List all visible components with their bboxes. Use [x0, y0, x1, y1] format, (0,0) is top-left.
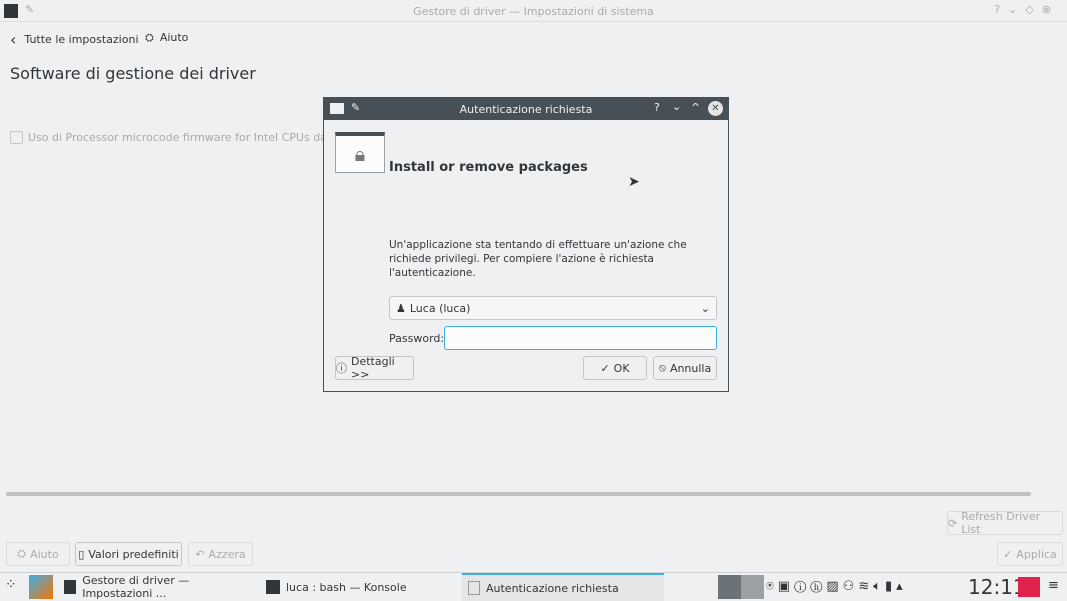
help-icon: ⛭ [17, 547, 27, 560]
defaults-button[interactable]: ▯ Valori predefiniti [75, 542, 182, 566]
undo-icon: ↶ [195, 547, 205, 561]
document-icon: ▯ [78, 547, 85, 561]
mouse-cursor: ➤ [628, 174, 640, 190]
task-konsole[interactable]: luca : bash — Konsole [260, 573, 460, 601]
folder-icon[interactable] [1018, 577, 1040, 597]
taskbar: ⁘ Gestore di driver — Impostazioni ... l… [0, 572, 1067, 601]
chevron-down-icon: ⌄ [700, 301, 710, 315]
details-button[interactable]: ⓘ Dettagli >> [335, 355, 414, 381]
dialog-heading: Install or remove packages [389, 160, 588, 175]
check-icon: ✓ [1003, 547, 1013, 561]
help-icon[interactable]: ? [654, 101, 660, 114]
pin-icon[interactable]: ✎ [351, 101, 360, 114]
app-icon [64, 580, 77, 594]
terminal-icon [266, 580, 280, 594]
pager[interactable] [718, 575, 764, 599]
page-title: Software di gestione dei driver [10, 64, 256, 83]
window-controls[interactable]: ?⌄◇⊗ [994, 3, 1059, 16]
cancel-button[interactable]: ⦸ Annulla [653, 356, 717, 380]
clock[interactable]: 12:11 [968, 575, 1026, 599]
task-driver-manager[interactable]: Gestore di driver — Impostazioni ... [58, 573, 258, 601]
window-titlebar: ✎ Gestore di driver — Impostazioni di si… [0, 0, 1067, 22]
reset-button[interactable]: ↶ Azzera [188, 542, 253, 566]
refresh-icon: ⟳ [948, 516, 958, 530]
check-icon: ✓ [600, 361, 610, 375]
password-label: Password: [389, 332, 445, 345]
minimize-icon[interactable]: ⌄ [672, 100, 681, 113]
auth-dialog: ✎ Autenticazione richiesta ? ⌄ ^ ✕ 🔒︎ In… [323, 97, 729, 392]
refresh-driver-list-button[interactable]: ⟳ Refresh Driver List [947, 510, 1063, 536]
dialog-app-icon [330, 103, 344, 114]
lifebuoy-icon: ⛭ [145, 31, 154, 44]
app-launcher-icon[interactable]: ⁘ [5, 577, 17, 593]
back-button[interactable]: ‹ Tutte le impostazioni [10, 30, 139, 49]
user-select[interactable]: ♟ Luca (luca) ⌄ [389, 296, 717, 320]
dialog-message: Un'applicazione sta tentando di effettua… [389, 239, 687, 279]
menu-icon[interactable]: ≡ [1048, 578, 1059, 593]
help-link[interactable]: ⛭ Aiuto [145, 31, 188, 45]
ok-button[interactable]: ✓ OK [583, 356, 647, 380]
microcode-checkbox[interactable]: Uso di Processor microcode firmware for … [10, 131, 369, 144]
lock-icon: 🔒︎ [335, 132, 385, 173]
close-icon[interactable]: ✕ [708, 101, 723, 116]
info-icon: ⓘ [336, 362, 347, 375]
checkbox-box[interactable] [10, 131, 23, 144]
help-button[interactable]: ⛭ Aiuto [6, 542, 70, 566]
system-tray-icons[interactable]: ⍟▣ⓘⓗ▨⚇≋🔈︎▮▴ [766, 579, 907, 594]
lock-icon [468, 581, 480, 595]
dialog-titlebar: ✎ Autenticazione richiesta ? ⌄ ^ ✕ [324, 98, 728, 120]
cancel-icon: ⦸ [658, 361, 666, 374]
password-input[interactable] [444, 326, 717, 350]
task-auth-dialog[interactable]: Autenticazione richiesta [462, 573, 664, 601]
window-title: Gestore di driver — Impostazioni di sist… [413, 5, 654, 18]
maximize-icon[interactable]: ^ [691, 101, 700, 114]
apply-button[interactable]: ✓ Applica [997, 542, 1063, 566]
kde-launcher-icon[interactable] [29, 575, 53, 599]
dialog-title: Autenticazione richiesta [459, 102, 593, 116]
chevron-left-icon: ‹ [10, 30, 17, 49]
user-icon: ♟ [396, 301, 406, 315]
scrollbar[interactable] [6, 492, 1031, 496]
